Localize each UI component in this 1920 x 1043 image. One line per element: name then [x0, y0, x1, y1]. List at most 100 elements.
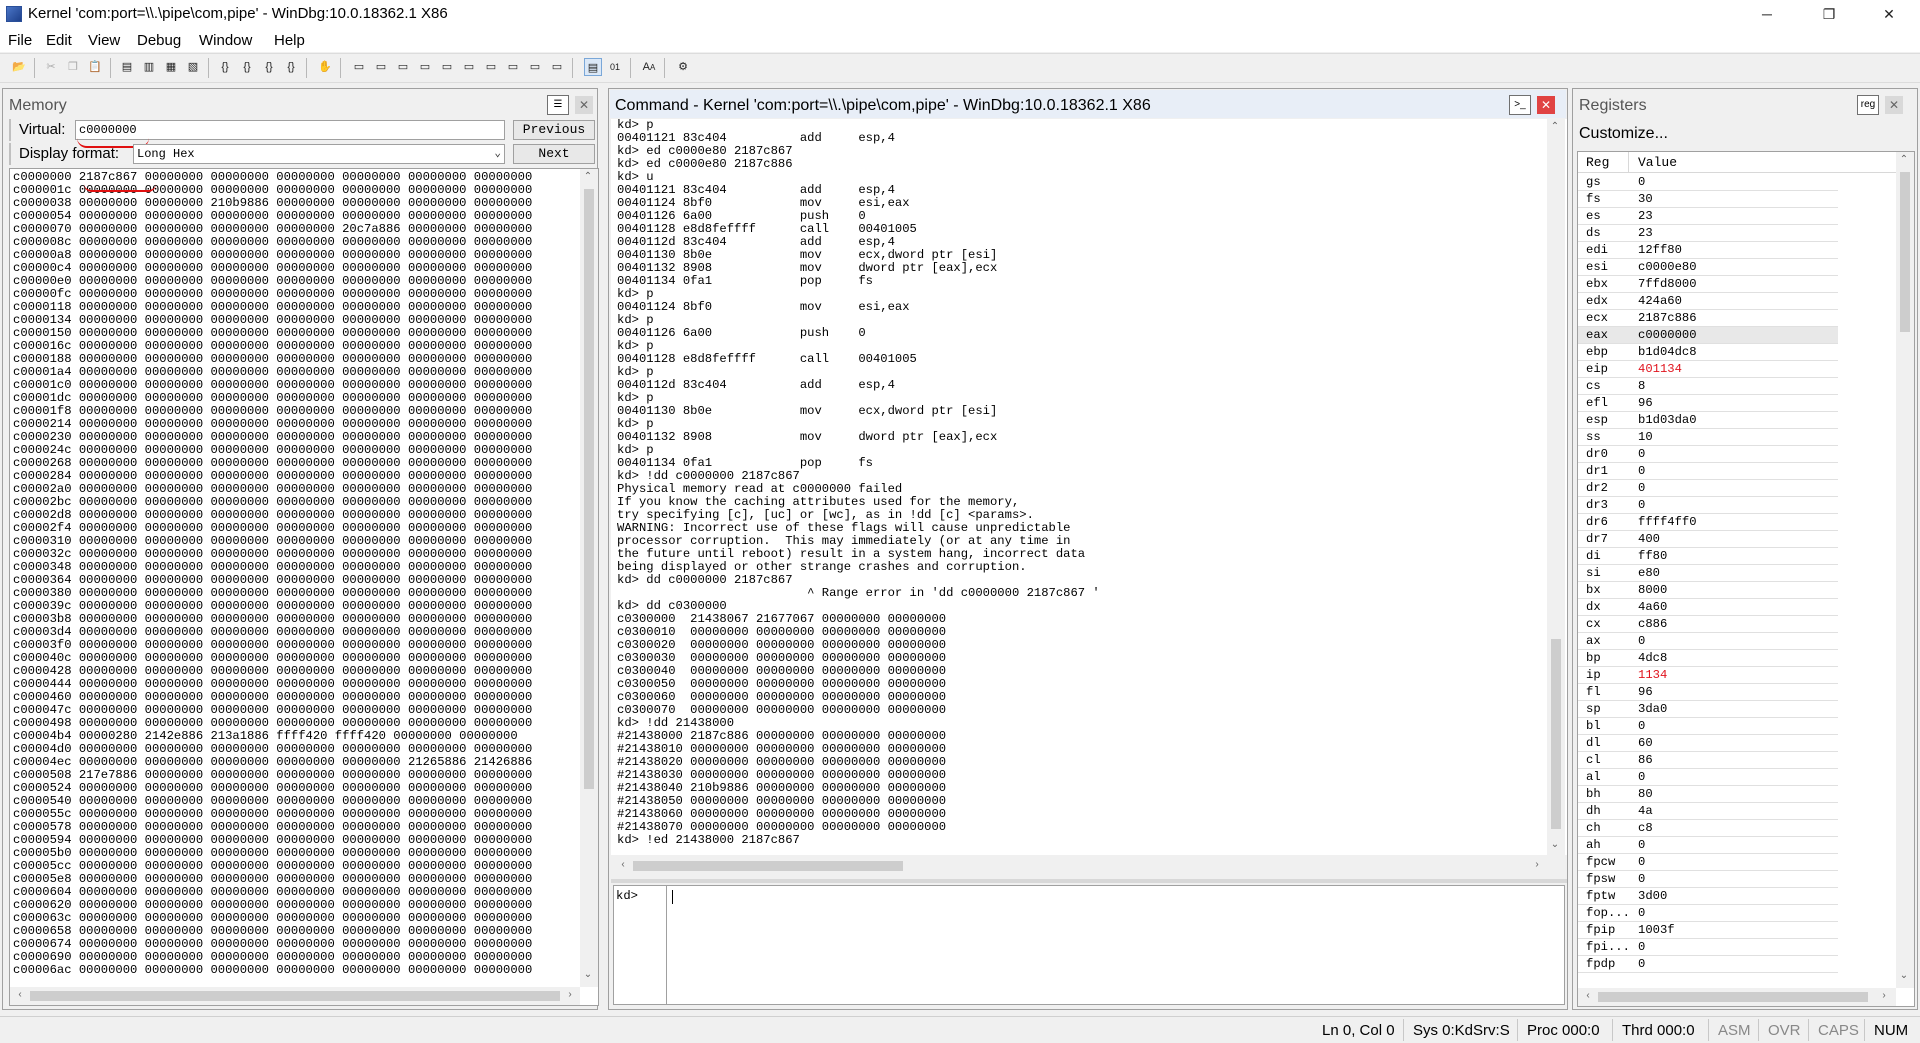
customize-button[interactable]: Customize... [1579, 125, 1668, 143]
register-value[interactable]: 23 [1638, 226, 1653, 240]
copy-icon[interactable]: ❐ [64, 58, 82, 76]
register-value[interactable]: 0 [1638, 175, 1645, 189]
disassembly-window-icon[interactable]: ▭ [482, 58, 500, 76]
step-into-icon[interactable]: {} [216, 58, 234, 76]
register-row[interactable]: esi c0000e80 [1578, 259, 1838, 276]
restore-button[interactable]: ❐ [1806, 0, 1852, 28]
scroll-left-icon[interactable]: ‹ [615, 859, 631, 870]
menu-edit[interactable]: Edit [46, 32, 72, 49]
paste-icon[interactable]: 📋 [86, 58, 104, 76]
scroll-up-icon[interactable]: ⌃ [1547, 121, 1563, 132]
register-row[interactable]: ss 10 [1578, 429, 1838, 446]
value-column-header[interactable]: Value [1638, 155, 1677, 170]
register-row[interactable]: di ff80 [1578, 548, 1838, 565]
step-out-icon[interactable]: {} [260, 58, 278, 76]
memory-horizontal-scrollbar[interactable]: ‹ › [10, 987, 580, 1005]
register-value[interactable]: 30 [1638, 192, 1653, 206]
registers-vertical-scrollbar[interactable]: ⌃ ⌄ [1896, 152, 1914, 988]
register-row[interactable]: fs 30 [1578, 191, 1838, 208]
register-row[interactable]: ebp b1d04dc8 [1578, 344, 1838, 361]
register-value[interactable]: 0 [1638, 498, 1645, 512]
register-value[interactable]: 401134 [1638, 362, 1682, 376]
command-close-icon[interactable]: ✕ [1537, 96, 1555, 114]
register-value[interactable]: 0 [1638, 940, 1645, 954]
register-row[interactable]: fpdp 0 [1578, 956, 1838, 973]
register-row[interactable]: dr1 0 [1578, 463, 1838, 480]
register-row[interactable]: ah 0 [1578, 837, 1838, 854]
command-prompt-icon[interactable]: >_ [1509, 95, 1531, 115]
register-row[interactable]: ch c8 [1578, 820, 1838, 837]
register-value[interactable]: 8 [1638, 379, 1645, 393]
register-value[interactable]: 2187c886 [1638, 311, 1697, 325]
registers-horizontal-scrollbar[interactable]: ‹ › [1578, 988, 1896, 1006]
scroll-right-icon[interactable]: › [562, 989, 578, 1000]
registers-vscroll-thumb[interactable] [1900, 172, 1910, 332]
font-icon[interactable]: AA [640, 58, 658, 76]
register-row[interactable]: ebx 7ffd8000 [1578, 276, 1838, 293]
menu-view[interactable]: View [88, 32, 120, 49]
register-value[interactable]: 4a [1638, 804, 1653, 818]
command-input[interactable] [670, 886, 1560, 1004]
register-row[interactable]: cl 86 [1578, 752, 1838, 769]
register-row[interactable]: bp 4dc8 [1578, 650, 1838, 667]
register-row[interactable]: bl 0 [1578, 718, 1838, 735]
register-row[interactable]: dh 4a [1578, 803, 1838, 820]
scroll-down-icon[interactable]: ⌄ [1896, 970, 1912, 981]
register-row[interactable]: fpsw 0 [1578, 871, 1838, 888]
register-value[interactable]: 80 [1638, 787, 1653, 801]
call-stack-window-icon[interactable]: ▭ [460, 58, 478, 76]
register-row[interactable]: efl 96 [1578, 395, 1838, 412]
register-value[interactable]: 424a60 [1638, 294, 1682, 308]
register-row[interactable]: esp b1d03da0 [1578, 412, 1838, 429]
break-icon[interactable]: ▧ [184, 58, 202, 76]
scroll-left-icon[interactable]: ‹ [1580, 990, 1596, 1001]
display-format-select[interactable]: Long Hex ⌄ [133, 144, 505, 164]
register-row[interactable]: ax 0 [1578, 633, 1838, 650]
register-value[interactable]: 0 [1638, 770, 1645, 784]
register-value[interactable]: 1134 [1638, 668, 1667, 682]
previous-button[interactable]: Previous [513, 120, 595, 140]
register-row[interactable]: cx c886 [1578, 616, 1838, 633]
register-value[interactable]: 0 [1638, 855, 1645, 869]
processes-threads-icon[interactable]: ▭ [526, 58, 544, 76]
register-row[interactable]: bh 80 [1578, 786, 1838, 803]
register-value[interactable]: e80 [1638, 566, 1660, 580]
register-value[interactable]: 8000 [1638, 583, 1667, 597]
memory-window-icon[interactable]: ▭ [438, 58, 456, 76]
register-value[interactable]: ff80 [1638, 549, 1667, 563]
register-row[interactable]: ds 23 [1578, 225, 1838, 242]
register-value[interactable]: 3d00 [1638, 889, 1667, 903]
register-row[interactable]: fptw 3d00 [1578, 888, 1838, 905]
reg-column-header[interactable]: Reg [1586, 155, 1609, 170]
scroll-down-icon[interactable]: ⌄ [1547, 839, 1563, 850]
register-value[interactable]: 23 [1638, 209, 1653, 223]
locals-window-icon[interactable]: ▭ [394, 58, 412, 76]
register-value[interactable]: 0 [1638, 634, 1645, 648]
register-row[interactable]: fpcw 0 [1578, 854, 1838, 871]
hand-icon[interactable]: ✋ [316, 58, 334, 76]
options-icon[interactable]: ⚙ [674, 58, 692, 76]
cut-icon[interactable]: ✂ [42, 58, 60, 76]
registers-list[interactable]: Reg Value gs 0 fs 30 es 23 ds 23 edi 12ff80 esi c00… [1577, 151, 1915, 1007]
command-vertical-scrollbar[interactable]: ⌃ ⌄ [1547, 119, 1565, 855]
register-value[interactable]: 0 [1638, 447, 1645, 461]
register-value[interactable]: b1d03da0 [1638, 413, 1697, 427]
open-icon[interactable]: 📂 [10, 58, 28, 76]
register-row[interactable]: fl 96 [1578, 684, 1838, 701]
menu-file[interactable]: File [8, 32, 32, 49]
register-value[interactable]: c8 [1638, 821, 1653, 835]
register-row[interactable]: dr3 0 [1578, 497, 1838, 514]
register-row[interactable]: fop... 0 [1578, 905, 1838, 922]
registers-hscroll-thumb[interactable] [1598, 992, 1868, 1002]
memory-hscroll-thumb[interactable] [30, 991, 560, 1001]
register-value[interactable]: 86 [1638, 753, 1653, 767]
register-value[interactable]: 0 [1638, 957, 1645, 971]
scroll-up-icon[interactable]: ⌃ [1896, 154, 1912, 165]
register-value[interactable]: c0000e80 [1638, 260, 1697, 274]
register-row[interactable]: fpip 1003f [1578, 922, 1838, 939]
scroll-right-icon[interactable]: › [1876, 990, 1892, 1001]
command-hscroll-thumb[interactable] [633, 861, 903, 871]
stop-debugging-icon[interactable]: ▦ [162, 58, 180, 76]
go-icon[interactable]: ▤ [118, 58, 136, 76]
close-window-button[interactable]: ✕ [1866, 0, 1912, 28]
